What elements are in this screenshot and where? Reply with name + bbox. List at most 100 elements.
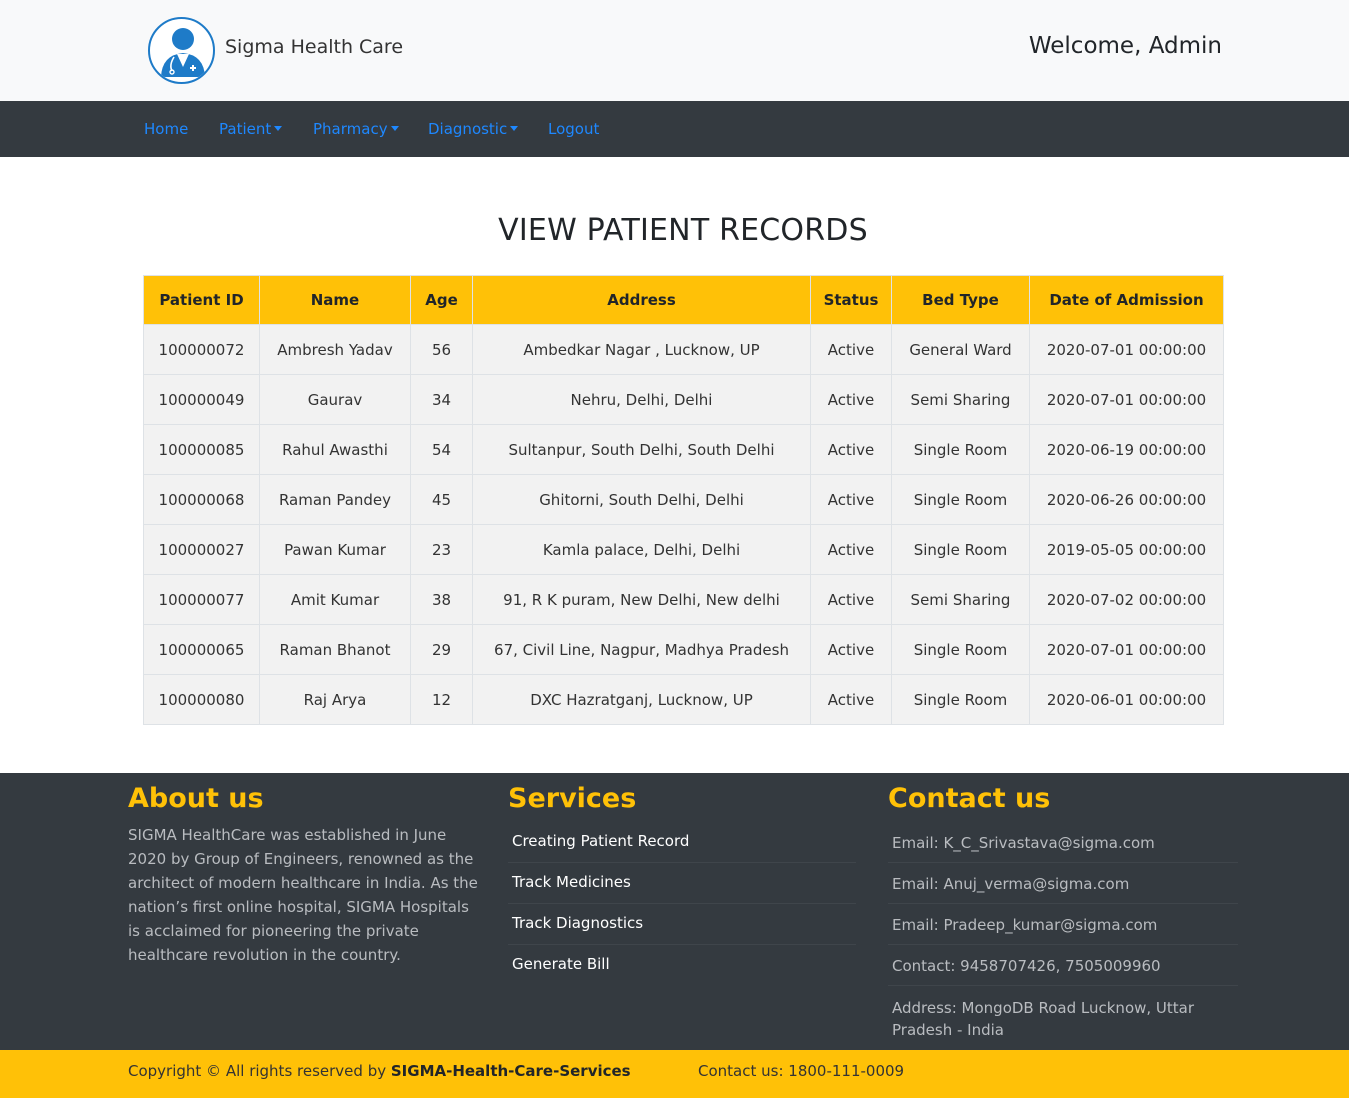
column-header: Age [410, 275, 473, 325]
table-cell: 100000085 [143, 424, 260, 475]
services-heading: Services [508, 783, 637, 814]
table-cell: 2020-06-19 00:00:00 [1029, 424, 1224, 475]
table-cell: 100000072 [143, 324, 260, 375]
table-cell: 45 [410, 474, 473, 525]
nav-logout-link[interactable]: Logout [548, 120, 599, 138]
about-text: SIGMA HealthCare was established in June… [128, 826, 478, 964]
table-cell: Single Room [891, 624, 1030, 675]
services-list: Creating Patient Record Track Medicines … [508, 822, 856, 986]
table-cell: DXC Hazratganj, Lucknow, UP [472, 674, 811, 725]
table-row: 100000065 Raman Bhanot 29 67, Civil Line, N… [143, 624, 1224, 675]
contact-heading: Contact us [888, 783, 1051, 814]
contact-item: Email: Anuj_verma@sigma.com [888, 863, 1238, 904]
table-cell: 2020-07-01 00:00:00 [1029, 624, 1224, 675]
company-name: SIGMA-Health-Care-Services [390, 1062, 631, 1080]
column-header: Status [810, 275, 892, 325]
table-cell: Sultanpur, South Delhi, South Delhi [472, 424, 811, 475]
contact-item: Address: MongoDB Road Lucknow, Uttar Pra… [892, 999, 1195, 1039]
table-cell: 56 [410, 324, 473, 375]
table-cell: Kamla palace, Delhi, Delhi [472, 524, 811, 575]
table-cell: 2019-05-05 00:00:00 [1029, 524, 1224, 575]
table-cell: Active [810, 574, 892, 625]
service-link[interactable]: Track Diagnostics [508, 904, 856, 945]
table-cell: Active [810, 474, 892, 525]
column-header: Bed Type [891, 275, 1030, 325]
table-cell: 67, Civil Line, Nagpur, Madhya Pradesh [472, 624, 811, 675]
column-header: Date of Admission [1029, 275, 1224, 325]
table-cell: Nehru, Delhi, Delhi [472, 374, 811, 425]
nav-pharmacy-label: Pharmacy [313, 120, 388, 138]
table-row: 100000080 Raj Arya 12 DXC Hazratganj, Luckn… [143, 674, 1224, 725]
contact-item: Email: Pradeep_kumar@sigma.com [888, 904, 1238, 945]
table-cell: Active [810, 374, 892, 425]
table-cell: Active [810, 324, 892, 375]
copyright-bar: Copyright © All rights reserved by SIGMA… [0, 1050, 1349, 1098]
caret-down-icon [390, 126, 399, 131]
contact-item: Email: K_C_Srivastava@sigma.com [888, 822, 1238, 863]
table-cell: Single Room [891, 524, 1030, 575]
service-link[interactable]: Track Medicines [508, 863, 856, 904]
table-cell: Amit Kumar [259, 574, 411, 625]
nav-pharmacy-dropdown[interactable]: Pharmacy [313, 120, 399, 138]
footer: About us SIGMA HealthCare was establishe… [0, 773, 1349, 1050]
table-cell: 100000049 [143, 374, 260, 425]
table-cell: Ghitorni, South Delhi, Delhi [472, 474, 811, 525]
about-heading: About us [128, 783, 264, 814]
nav-diagnostic-dropdown[interactable]: Diagnostic [428, 120, 519, 138]
brand-name: Sigma Health Care [225, 36, 404, 58]
table-cell: 29 [410, 624, 473, 675]
contact-item: Contact: 9458707426, 7505009960 [888, 945, 1238, 986]
table-cell: 91, R K puram, New Delhi, New delhi [472, 574, 811, 625]
table-cell: Semi Sharing [891, 574, 1030, 625]
nav-home-link[interactable]: Home [144, 120, 188, 138]
nav-patient-dropdown[interactable]: Patient [219, 120, 283, 138]
table-cell: 34 [410, 374, 473, 425]
table-cell: 2020-06-26 00:00:00 [1029, 474, 1224, 525]
column-header: Address [472, 275, 811, 325]
welcome-message: Welcome, Admin [1028, 33, 1222, 59]
table-cell: Active [810, 624, 892, 675]
table-body: 100000072 Ambresh Yadav 56 Ambedkar Nagar ,… [143, 324, 1224, 725]
table-cell: Rahul Awasthi [259, 424, 411, 475]
table-row: 100000072 Ambresh Yadav 56 Ambedkar Nagar ,… [143, 324, 1224, 375]
table-cell: Pawan Kumar [259, 524, 411, 575]
doctor-avatar-icon [148, 17, 215, 84]
table-row: 100000068 Raman Pandey 45 Ghitorni, South D… [143, 474, 1224, 525]
table-row: 100000049 Gaurav 34 Nehru, Delhi, Delhi Acti… [143, 374, 1224, 425]
copyright-text: Copyright © All rights reserved by SIGMA… [128, 1062, 631, 1080]
table-cell: 12 [410, 674, 473, 725]
table-cell: Ambresh Yadav [259, 324, 411, 375]
service-link[interactable]: Creating Patient Record [508, 822, 856, 863]
table-cell: 100000027 [143, 524, 260, 575]
nav-patient-label: Patient [219, 120, 272, 138]
contact-list: Email: K_C_Srivastava@sigma.com Email: A… [888, 822, 1238, 1049]
caret-down-icon [274, 126, 283, 131]
patient-records-table: Patient ID Name Age Address Status Bed Type Da… [143, 275, 1224, 725]
table-row: 100000085 Rahul Awasthi 54 Sultanpur, South… [143, 424, 1224, 475]
table-cell: Gaurav [259, 374, 411, 425]
table-cell: General Ward [891, 324, 1030, 375]
table-cell: 100000077 [143, 574, 260, 625]
table-cell: 23 [410, 524, 473, 575]
table-cell: 2020-06-01 00:00:00 [1029, 674, 1224, 725]
column-header: Name [259, 275, 411, 325]
table-cell: Raman Bhanot [259, 624, 411, 675]
table-cell: Raman Pandey [259, 474, 411, 525]
table-cell: 2020-07-01 00:00:00 [1029, 374, 1224, 425]
table-cell: 38 [410, 574, 473, 625]
table-cell: 100000068 [143, 474, 260, 525]
table-cell: Active [810, 424, 892, 475]
nav-diagnostic-label: Diagnostic [428, 120, 508, 138]
table-cell: Active [810, 524, 892, 575]
copyright-prefix: Copyright © All rights reserved by [128, 1062, 387, 1080]
table-cell: Semi Sharing [891, 374, 1030, 425]
service-link[interactable]: Generate Bill [508, 945, 856, 986]
main-navbar: Home Patient Pharmacy Diagnostic Logout [0, 101, 1349, 157]
page-title: VIEW PATIENT RECORDS [498, 213, 868, 248]
table-cell: 100000080 [143, 674, 260, 725]
table-cell: Ambedkar Nagar , Lucknow, UP [472, 324, 811, 375]
table-cell: Active [810, 674, 892, 725]
table-cell: Raj Arya [259, 674, 411, 725]
top-header: Sigma Health Care Welcome, Admin [0, 0, 1349, 101]
table-cell: 2020-07-01 00:00:00 [1029, 324, 1224, 375]
